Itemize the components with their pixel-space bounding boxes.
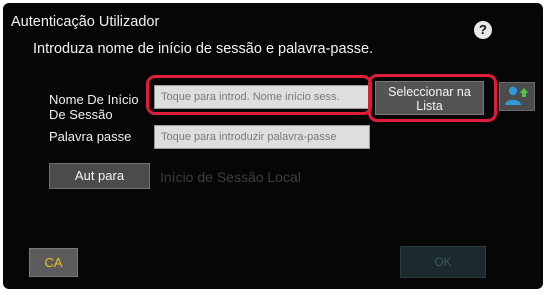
login-dialog: Autenticação Utilizador ? Introduza nome…	[3, 3, 543, 289]
password-field[interactable]: Toque para introduzir palavra-passe	[154, 125, 370, 149]
password-label: Palavra passe	[49, 129, 132, 144]
auth-destination-value: Início de Sessão Local	[160, 169, 301, 185]
username-label: Nome De Início De Sessão	[49, 92, 139, 122]
auth-destination-button[interactable]: Aut para	[49, 163, 150, 189]
clear-all-button[interactable]: CA	[29, 248, 78, 277]
dialog-title: Autenticação Utilizador	[11, 14, 160, 30]
help-icon[interactable]: ?	[474, 21, 492, 39]
ok-button[interactable]: OK	[400, 246, 486, 278]
instruction-text: Introduza nome de início de sessão e pal…	[33, 41, 374, 57]
user-list-icon	[505, 86, 529, 105]
select-from-list-highlight	[368, 74, 497, 122]
user-list-button[interactable]	[499, 82, 535, 111]
username-field-highlight	[146, 75, 372, 115]
